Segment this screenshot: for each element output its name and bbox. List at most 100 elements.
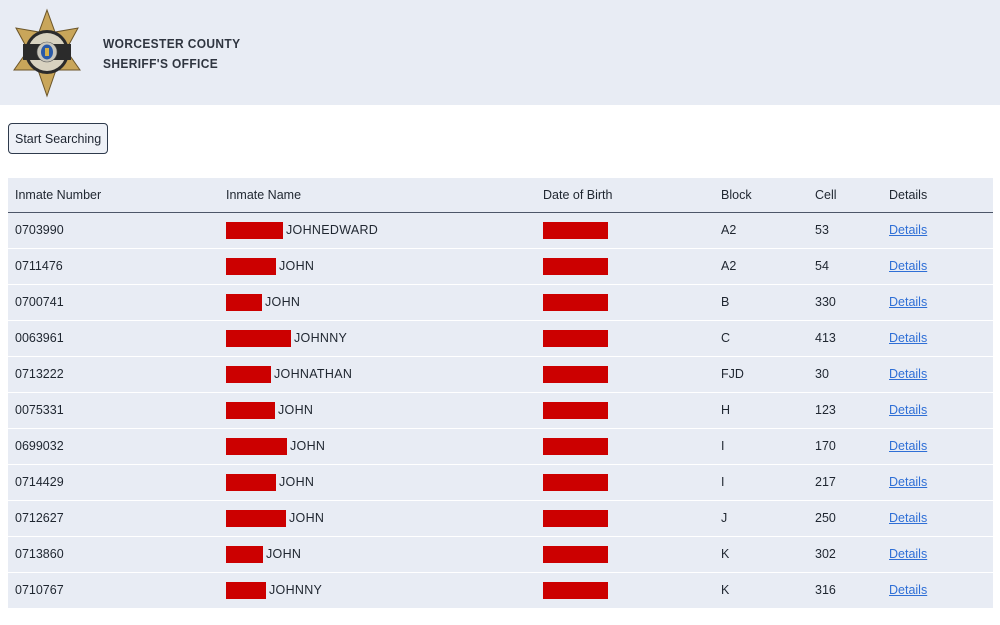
table-row: 0713860 JOHN K 302 Details — [8, 536, 993, 572]
details-link[interactable]: Details — [889, 439, 927, 453]
inmate-cell: 250 — [815, 511, 836, 525]
inmate-name: JOHNEDWARD — [219, 212, 536, 248]
inmate-cell: 170 — [815, 439, 836, 453]
inmate-name: JOHN — [219, 464, 536, 500]
table-row: 0699032 JOHN I 170 Details — [8, 428, 993, 464]
inmate-number: 0063961 — [15, 331, 64, 345]
table-row: 0711476 JOHN A2 54 Details — [8, 248, 993, 284]
table-row: 0700741 JOHN B 330 Details — [8, 284, 993, 320]
table-body: 0703990 JOHNEDWARD A2 53 Details 0711476 JOHN A… — [8, 212, 993, 608]
inmate-given-name: JOHNEDWARD — [286, 223, 379, 237]
site-header: WORCESTER COUNTY SHERIFF'S OFFICE — [0, 0, 1000, 105]
inmate-block: H — [721, 403, 731, 417]
inmate-cell: 316 — [815, 583, 836, 597]
inmate-given-name: JOHN — [266, 547, 302, 561]
details-link[interactable]: Details — [889, 295, 927, 309]
details-link[interactable]: Details — [889, 259, 927, 273]
redacted-date-of-birth — [543, 221, 608, 239]
details-link[interactable]: Details — [889, 475, 927, 489]
column-header-details: Details — [889, 187, 928, 202]
inmate-number: 0713860 — [15, 547, 64, 561]
details-link[interactable]: Details — [889, 223, 927, 237]
inmate-block: A2 — [721, 259, 737, 273]
inmate-name: JOHN — [219, 248, 536, 284]
details-cell: Details — [882, 356, 993, 392]
details-link[interactable]: Details — [889, 547, 927, 561]
brand-title-line2: SHERIFF'S OFFICE — [103, 55, 219, 71]
inmate-name: JOHN — [219, 536, 536, 572]
date-of-birth — [536, 284, 714, 320]
inmate-number: 0699032 — [15, 439, 64, 453]
inmate-cell: 123 — [815, 403, 836, 417]
inmate-name: JOHN — [219, 500, 536, 536]
column-header-inmate-name[interactable]: Inmate Name — [219, 178, 536, 212]
redacted-date-of-birth — [543, 473, 608, 491]
inmate-cell: 217 — [815, 475, 836, 489]
inmate-number: 0712627 — [15, 511, 64, 525]
redacted-surname — [226, 329, 291, 347]
sheriff-badge-icon[interactable] — [8, 8, 86, 100]
inmate-name: JOHN — [219, 284, 536, 320]
inmate-given-name: JOHN — [265, 295, 301, 309]
date-of-birth — [536, 392, 714, 428]
date-of-birth — [536, 320, 714, 356]
details-link[interactable]: Details — [889, 403, 927, 417]
inmate-name: JOHN — [219, 392, 536, 428]
column-header-cell[interactable]: Cell — [808, 178, 882, 212]
details-cell: Details — [882, 536, 993, 572]
inmate-number: 0703990 — [15, 223, 64, 237]
start-searching-button[interactable]: Start Searching — [8, 123, 109, 154]
inmate-given-name: JOHN — [290, 439, 326, 453]
table-row: 0713222 JOHNATHAN FJD 30 Details — [8, 356, 993, 392]
date-of-birth — [536, 212, 714, 248]
inmate-block: B — [721, 295, 730, 309]
details-cell: Details — [882, 248, 993, 284]
column-header-block[interactable]: Block — [714, 178, 808, 212]
details-link[interactable]: Details — [889, 511, 927, 525]
table-header-row: Inmate Number Inmate Name Date of Birth … — [8, 178, 993, 212]
redacted-surname — [226, 473, 276, 491]
redacted-date-of-birth — [543, 401, 608, 419]
table-row: 0063961 JOHNNY C 413 Details — [8, 320, 993, 356]
redacted-surname — [226, 221, 283, 239]
redacted-date-of-birth — [543, 293, 608, 311]
inmate-number: 0075331 — [15, 403, 64, 417]
inmate-given-name: JOHN — [279, 475, 315, 489]
redacted-surname — [226, 293, 262, 311]
inmate-name: JOHNNY — [219, 572, 536, 608]
inmate-block: J — [721, 511, 728, 525]
column-header-date-of-birth[interactable]: Date of Birth — [536, 178, 714, 212]
redacted-date-of-birth — [543, 365, 608, 383]
table-row: 0710767 JOHNNY K 316 Details — [8, 572, 993, 608]
inmate-given-name: JOHNATHAN — [274, 367, 353, 381]
inmate-cell: 53 — [815, 223, 829, 237]
details-cell: Details — [882, 320, 993, 356]
inmate-number: 0714429 — [15, 475, 64, 489]
redacted-surname — [226, 257, 276, 275]
date-of-birth — [536, 464, 714, 500]
redacted-date-of-birth — [543, 509, 608, 527]
redacted-surname — [226, 545, 263, 563]
brand-title: WORCESTER COUNTY SHERIFF'S OFFICE — [103, 34, 252, 74]
redacted-date-of-birth — [543, 257, 608, 275]
redacted-surname — [226, 401, 275, 419]
details-link[interactable]: Details — [889, 331, 927, 345]
table-row: 0714429 JOHN I 217 Details — [8, 464, 993, 500]
inmate-cell: 30 — [815, 367, 829, 381]
details-cell: Details — [882, 500, 993, 536]
column-header-inmate-number[interactable]: Inmate Number — [8, 178, 219, 212]
details-link[interactable]: Details — [889, 367, 927, 381]
inmate-number: 0713222 — [15, 367, 64, 381]
details-cell: Details — [882, 284, 993, 320]
date-of-birth — [536, 356, 714, 392]
table-row: 0712627 JOHN J 250 Details — [8, 500, 993, 536]
inmate-number: 0700741 — [15, 295, 64, 309]
details-link[interactable]: Details — [889, 583, 927, 597]
inmate-block: K — [721, 583, 730, 597]
table-row: 0075331 JOHN H 123 Details — [8, 392, 993, 428]
details-cell: Details — [882, 212, 993, 248]
inmate-block: I — [721, 439, 725, 453]
inmate-block: K — [721, 547, 730, 561]
details-cell: Details — [882, 464, 993, 500]
inmate-given-name: JOHN — [279, 259, 315, 273]
